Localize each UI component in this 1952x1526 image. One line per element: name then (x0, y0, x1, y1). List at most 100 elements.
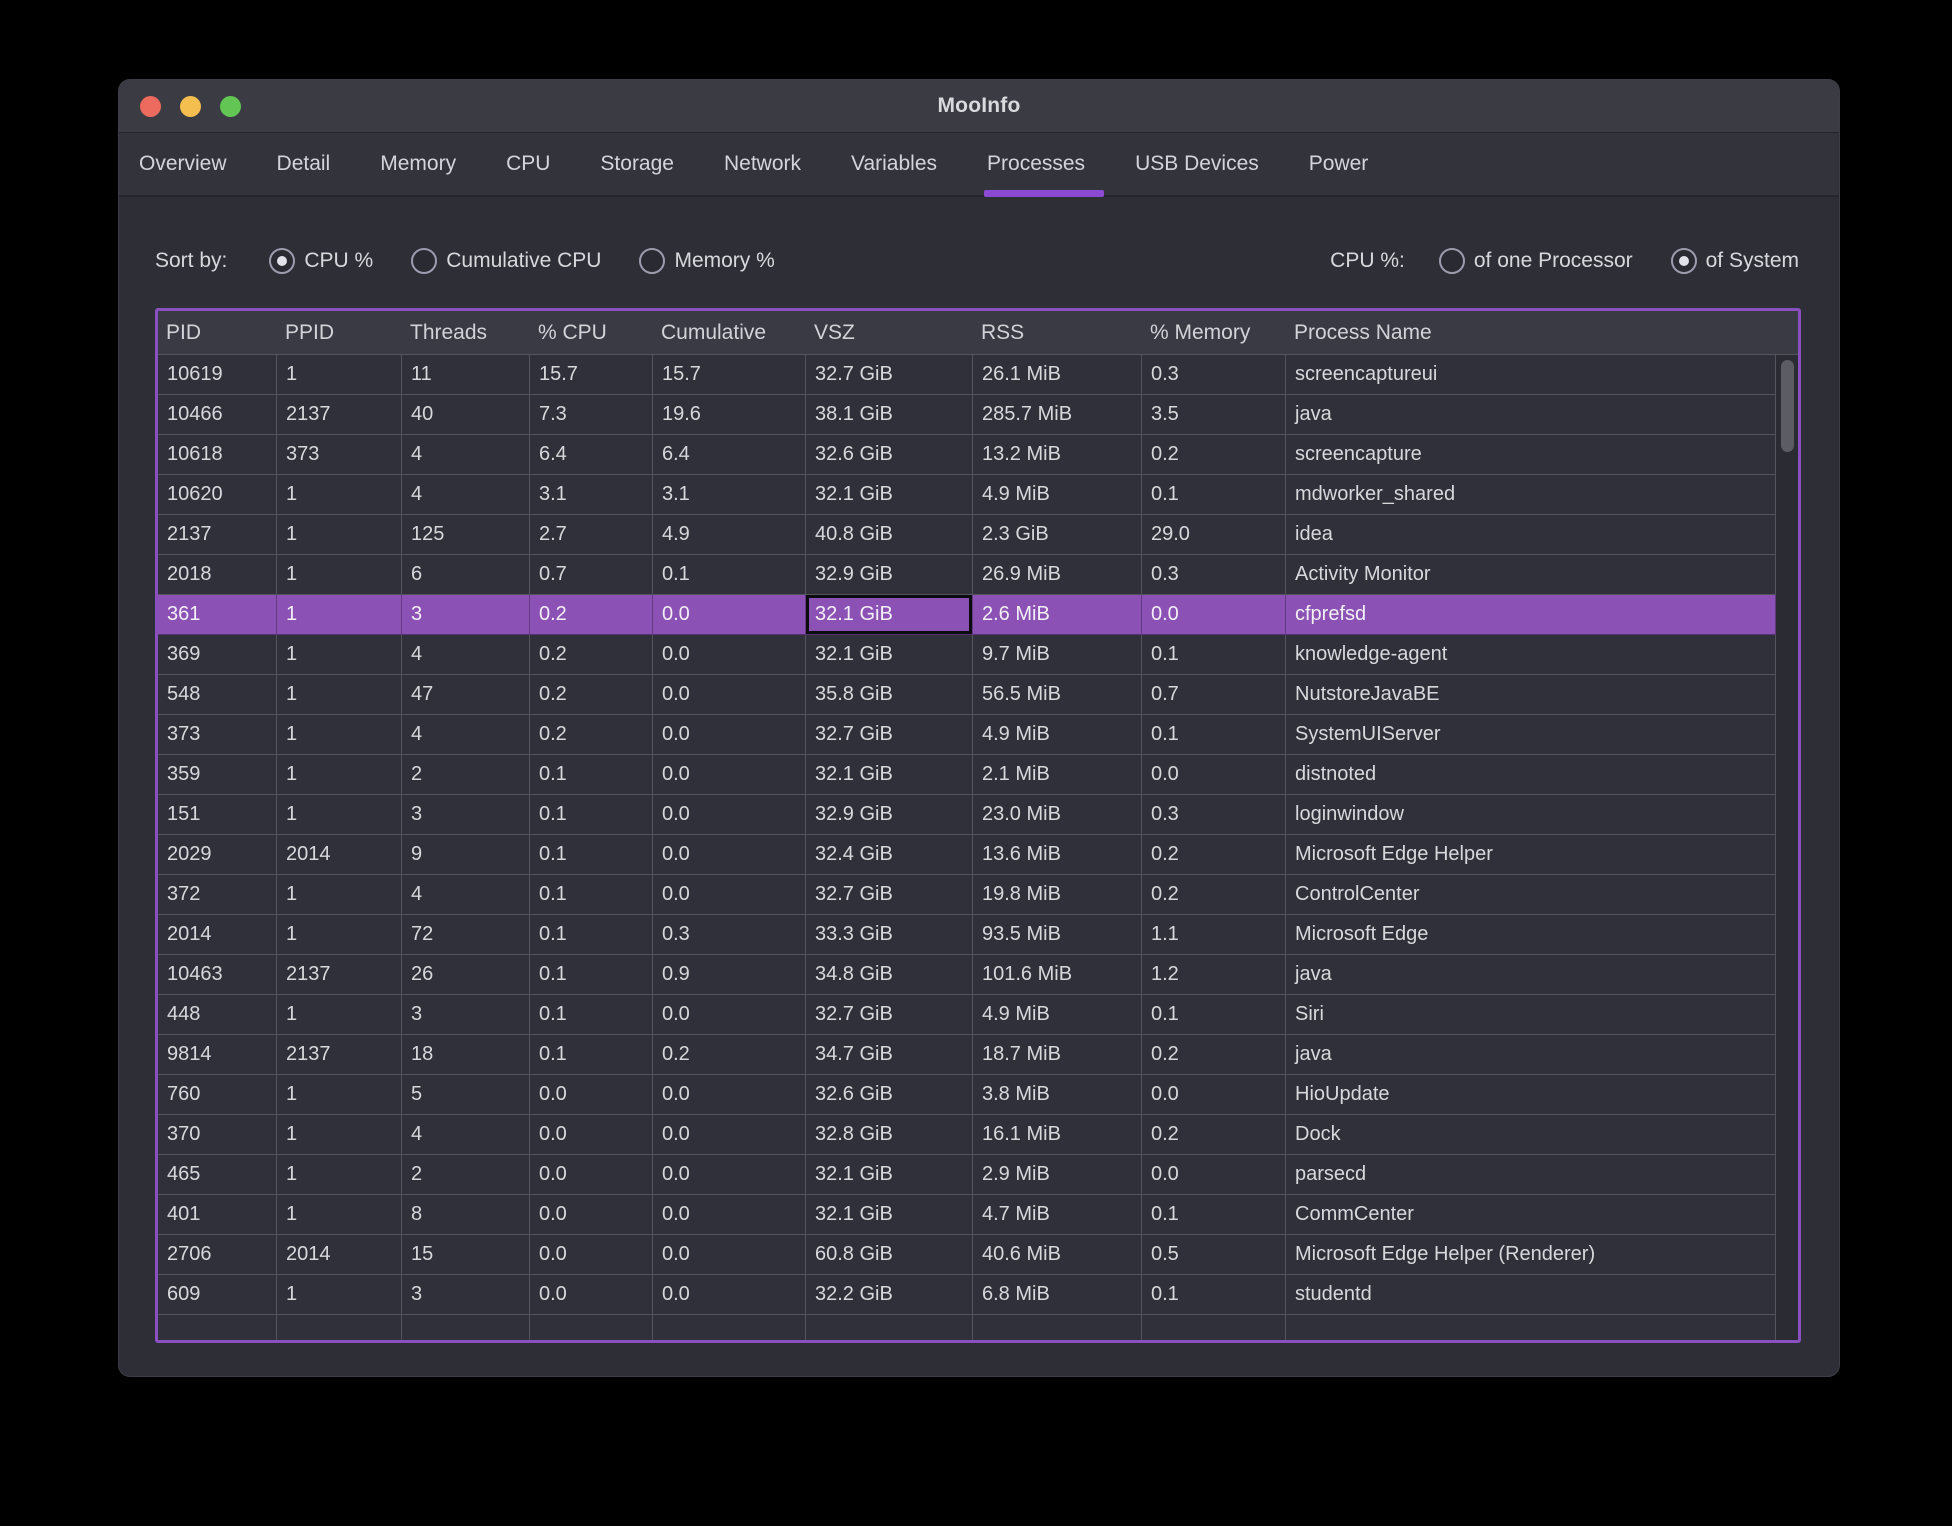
cell-cumulative[interactable]: 0.0 (653, 755, 806, 795)
sort-by-option-memory[interactable]: Memory % (639, 248, 774, 274)
cell-process-name[interactable]: HioUpdate (1286, 1075, 1776, 1115)
column-header-ppid[interactable]: PPID (277, 311, 402, 354)
cell-vsz[interactable]: 32.7 GiB (806, 715, 973, 755)
cell-ppid[interactable]: 2137 (277, 1035, 402, 1075)
cell-vsz[interactable]: 32.7 GiB (806, 355, 973, 395)
cell-memory[interactable]: 0.1 (1142, 475, 1286, 515)
cell-cpu[interactable]: 0.1 (530, 795, 653, 835)
cell-vsz[interactable]: 32.7 GiB (806, 875, 973, 915)
cell-threads[interactable]: 11 (402, 355, 530, 395)
tab-network[interactable]: Network (724, 133, 801, 195)
process-row[interactable]: 372140.10.032.7 GiB19.8 MiB0.2ControlCen… (158, 875, 1776, 915)
cell-memory[interactable]: 0.1 (1142, 635, 1286, 675)
cell-threads[interactable]: 4 (402, 875, 530, 915)
cell-rss[interactable]: 40.6 MiB (973, 1235, 1142, 1275)
cell-memory[interactable]: 3.5 (1142, 395, 1286, 435)
cell-threads[interactable]: 4 (402, 475, 530, 515)
cell-pid[interactable]: 9814 (158, 1035, 277, 1075)
cell-process-name[interactable]: CommCenter (1286, 1195, 1776, 1235)
cell-threads[interactable]: 8 (402, 1195, 530, 1235)
process-row[interactable]: 2029201490.10.032.4 GiB13.6 MiB0.2Micros… (158, 835, 1776, 875)
cell-pid[interactable]: 369 (158, 635, 277, 675)
cell-threads[interactable]: 3 (402, 1275, 530, 1315)
cell-cpu[interactable]: 15.7 (530, 355, 653, 395)
cell-rss[interactable]: 6.8 MiB (973, 1275, 1142, 1315)
cell-memory[interactable]: 0.0 (1142, 1155, 1286, 1195)
cell-process-name[interactable]: screencaptureui (1286, 355, 1776, 395)
cell-rss[interactable]: 4.9 MiB (973, 715, 1142, 755)
cell-pid[interactable]: 359 (158, 755, 277, 795)
cell-process-name[interactable]: parsecd (1286, 1155, 1776, 1195)
cell-vsz[interactable]: 38.1 GiB (806, 395, 973, 435)
cell-rss[interactable]: 9.7 MiB (973, 635, 1142, 675)
cell-cpu[interactable]: 0.0 (530, 1275, 653, 1315)
cell-process-name[interactable]: screencapture (1286, 435, 1776, 475)
cell-vsz[interactable]: 32.6 GiB (806, 435, 973, 475)
cell-threads[interactable]: 2 (402, 755, 530, 795)
cell-rss[interactable]: 93.5 MiB (973, 915, 1142, 955)
column-header-cumulative[interactable]: Cumulative (653, 311, 806, 354)
cell-cpu[interactable]: 0.2 (530, 595, 653, 635)
cell-cpu[interactable]: 0.0 (530, 1195, 653, 1235)
cell-vsz[interactable]: 32.1 GiB (806, 1195, 973, 1235)
cell-memory[interactable]: 0.0 (1142, 1075, 1286, 1115)
cell-cpu[interactable]: 0.1 (530, 995, 653, 1035)
cell-vsz[interactable]: 32.1 GiB (806, 475, 973, 515)
cell-cpu[interactable]: 0.0 (530, 1115, 653, 1155)
cell-ppid[interactable]: 1 (277, 1275, 402, 1315)
cell-rss[interactable]: 4.7 MiB (973, 1195, 1142, 1235)
cell-memory[interactable]: 0.2 (1142, 875, 1286, 915)
cell-vsz[interactable]: 32.7 GiB (806, 995, 973, 1035)
cell-process-name[interactable]: cfprefsd (1286, 595, 1776, 635)
cell-pid[interactable]: 401 (158, 1195, 277, 1235)
cell-vsz[interactable]: 32.6 GiB (806, 1075, 973, 1115)
cell-rss[interactable]: 13.2 MiB (973, 435, 1142, 475)
process-row-selected[interactable]: 361130.20.032.1 GiB2.6 MiB0.0cfprefsd (158, 595, 1776, 635)
process-row[interactable]: 465120.00.032.1 GiB2.9 MiB0.0parsecd (158, 1155, 1776, 1195)
cell-ppid[interactable]: 1 (277, 1155, 402, 1195)
cell-pid[interactable]: 2014 (158, 915, 277, 955)
tab-memory[interactable]: Memory (380, 133, 456, 195)
cell-cumulative[interactable]: 0.0 (653, 795, 806, 835)
cell-pid[interactable]: 10618 (158, 435, 277, 475)
cell-rss[interactable]: 2.9 MiB (973, 1155, 1142, 1195)
cell-ppid[interactable]: 1 (277, 755, 402, 795)
cell-rss[interactable]: 2.3 GiB (973, 515, 1142, 555)
cell-pid[interactable]: 448 (158, 995, 277, 1035)
cell-memory[interactable]: 29.0 (1142, 515, 1286, 555)
cell-rss[interactable]: 2.1 MiB (973, 755, 1142, 795)
cell-rss[interactable]: 13.6 MiB (973, 835, 1142, 875)
cell-ppid[interactable]: 2014 (277, 835, 402, 875)
close-button[interactable] (140, 96, 161, 117)
tab-variables[interactable]: Variables (851, 133, 937, 195)
cell-threads[interactable]: 4 (402, 435, 530, 475)
process-row[interactable]: 401180.00.032.1 GiB4.7 MiB0.1CommCenter (158, 1195, 1776, 1235)
cell-vsz[interactable]: 34.7 GiB (806, 1035, 973, 1075)
cell-memory[interactable]: 0.3 (1142, 795, 1286, 835)
cell-ppid[interactable]: 1 (277, 995, 402, 1035)
cell-ppid[interactable]: 1 (277, 1075, 402, 1115)
cell-ppid[interactable]: 1 (277, 675, 402, 715)
cell-process-name[interactable]: java (1286, 395, 1776, 435)
cell-process-name[interactable]: Activity Monitor (1286, 555, 1776, 595)
process-row[interactable]: 370140.00.032.8 GiB16.1 MiB0.2Dock (158, 1115, 1776, 1155)
cell-memory[interactable]: 0.2 (1142, 1035, 1286, 1075)
tab-detail[interactable]: Detail (277, 133, 331, 195)
cell-rss[interactable]: 3.8 MiB (973, 1075, 1142, 1115)
cell-vsz[interactable]: 35.8 GiB (806, 675, 973, 715)
cell-pid[interactable]: 609 (158, 1275, 277, 1315)
process-row[interactable]: 104662137407.319.638.1 GiB285.7 MiB3.5ja… (158, 395, 1776, 435)
cell-cumulative[interactable]: 0.0 (653, 875, 806, 915)
cell-rss[interactable]: 4.9 MiB (973, 475, 1142, 515)
cell-memory[interactable]: 0.7 (1142, 675, 1286, 715)
cell-pid[interactable]: 370 (158, 1115, 277, 1155)
cell-threads[interactable]: 4 (402, 1115, 530, 1155)
cell-threads[interactable]: 40 (402, 395, 530, 435)
cell-rss[interactable]: 4.9 MiB (973, 995, 1142, 1035)
process-row[interactable]: 369140.20.032.1 GiB9.7 MiB0.1knowledge-a… (158, 635, 1776, 675)
cell-cumulative[interactable]: 0.9 (653, 955, 806, 995)
cell-pid[interactable]: 10620 (158, 475, 277, 515)
cell-process-name[interactable]: mdworker_shared (1286, 475, 1776, 515)
cell-rss[interactable]: 26.9 MiB (973, 555, 1142, 595)
cell-cpu[interactable]: 3.1 (530, 475, 653, 515)
